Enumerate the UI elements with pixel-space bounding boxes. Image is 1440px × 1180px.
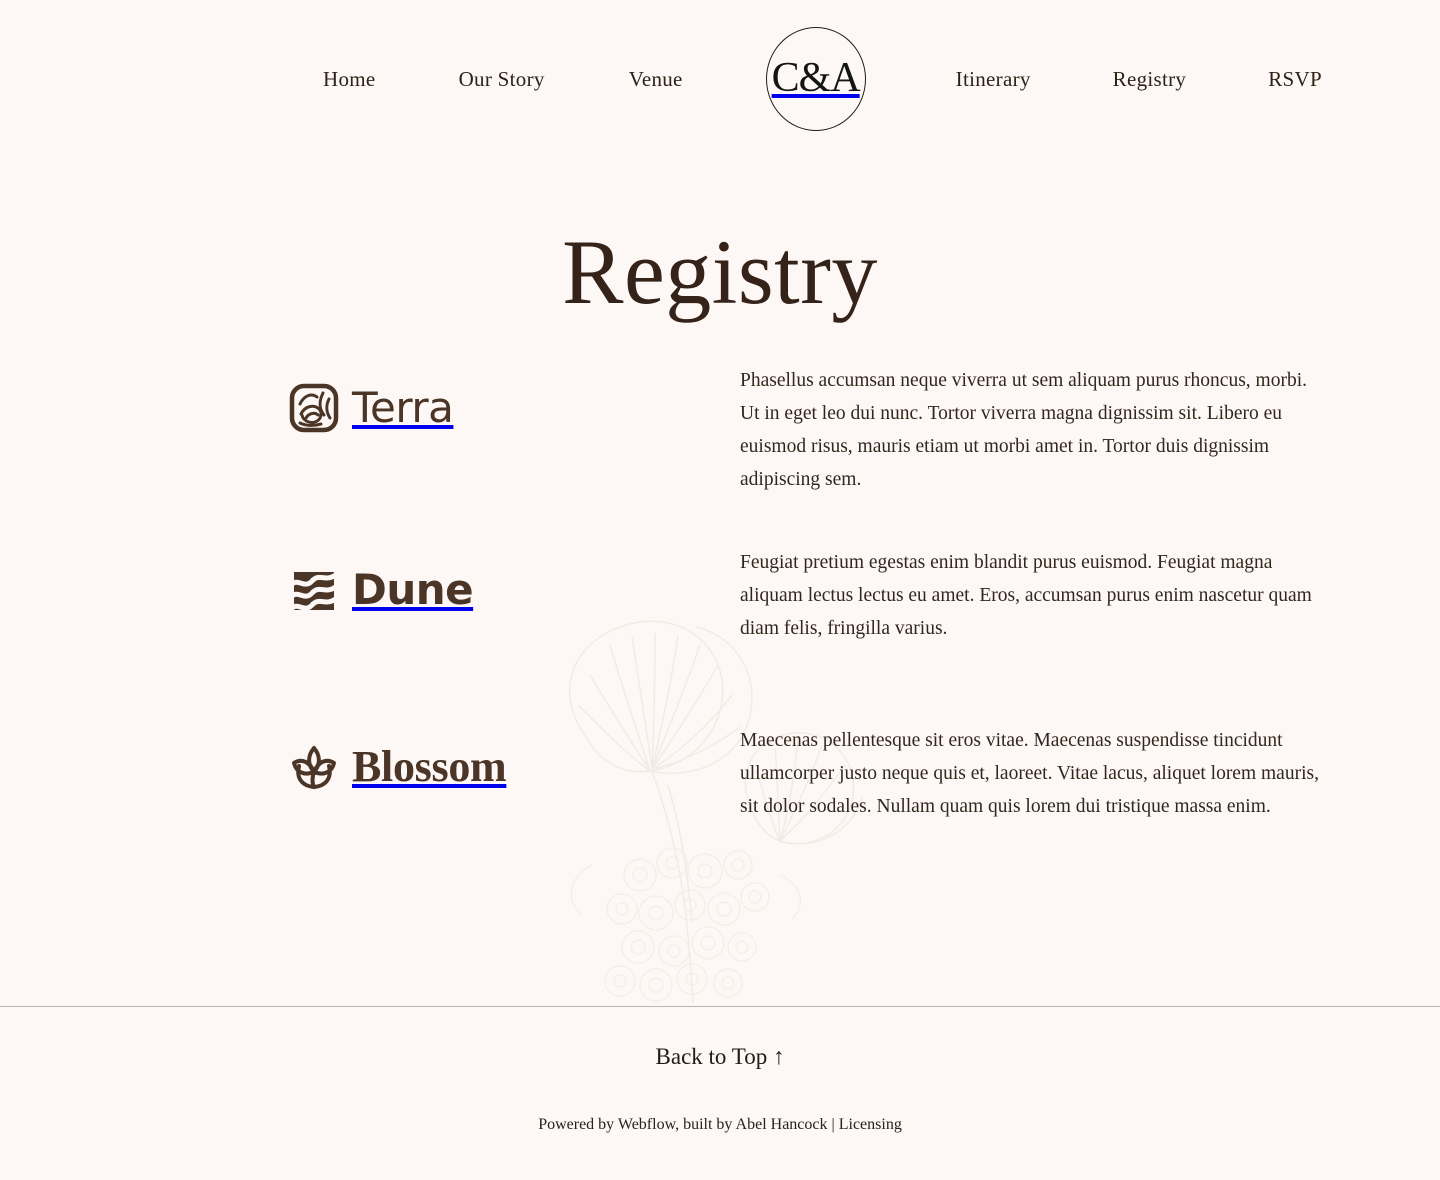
dune-wave-square-icon bbox=[294, 572, 334, 610]
nav-link-rsvp[interactable]: RSVP bbox=[1264, 61, 1326, 98]
nav-link-venue[interactable]: Venue bbox=[625, 61, 687, 98]
nav-link-home[interactable]: Home bbox=[319, 61, 380, 98]
nav-link-itinerary[interactable]: Itinerary bbox=[952, 61, 1035, 98]
nav-link-our-story[interactable]: Our Story bbox=[455, 61, 549, 98]
registry-description: Feugiat pretium egestas enim blandit pur… bbox=[740, 552, 1312, 639]
nav-links-left: Home Our Story Venue bbox=[319, 61, 687, 98]
registry-description: Maecenas pellentesque sit eros vitae. Ma… bbox=[740, 730, 1319, 817]
page-title: Registry bbox=[562, 221, 878, 323]
registry-description-cell: Feugiat pretium egestas enim blandit pur… bbox=[740, 544, 1365, 645]
registry-link-blossom[interactable]: Blossom bbox=[288, 742, 507, 792]
registry-brand-cell: Blossom bbox=[0, 724, 740, 792]
registry-list: Terra Phasellus accumsan neque viverra u… bbox=[0, 364, 1440, 904]
registry-description-cell: Maecenas pellentesque sit eros vitae. Ma… bbox=[740, 724, 1365, 823]
terra-leaf-square-icon bbox=[289, 383, 339, 433]
registry-row: Dune Feugiat pretium egestas enim blandi… bbox=[0, 544, 1440, 724]
nav-link-registry[interactable]: Registry bbox=[1109, 61, 1191, 98]
site-footer: Back to Top ↑ Powered by Webflow, built … bbox=[0, 1006, 1440, 1180]
registry-description: Phasellus accumsan neque viverra ut sem … bbox=[740, 370, 1307, 490]
registry-link-terra[interactable]: Terra bbox=[288, 382, 454, 434]
registry-brand-cell: Terra bbox=[0, 364, 740, 434]
registry-row: Blossom Maecenas pellentesque sit eros v… bbox=[0, 724, 1440, 904]
monogram-circle-icon: C&A bbox=[765, 27, 866, 131]
footer-colophon: Powered by Webflow, built by Abel Hancoc… bbox=[0, 1070, 1440, 1180]
colophon-text: Powered by Webflow, built by Abel Hancoc… bbox=[538, 1116, 839, 1133]
site-logo[interactable]: C&A bbox=[764, 27, 868, 131]
registry-brand-name: Dune bbox=[352, 565, 474, 614]
registry-link-dune[interactable]: Dune bbox=[288, 564, 474, 616]
registry-brand-name: Blossom bbox=[352, 742, 507, 791]
logo-monogram-text: C&A bbox=[771, 55, 861, 101]
registry-row: Terra Phasellus accumsan neque viverra u… bbox=[0, 364, 1440, 544]
registry-description-cell: Phasellus accumsan neque viverra ut sem … bbox=[740, 364, 1365, 496]
back-to-top-link[interactable]: Back to Top ↑ bbox=[0, 1007, 1440, 1070]
blossom-lotus-icon bbox=[292, 746, 336, 789]
licensing-link[interactable]: Licensing bbox=[839, 1116, 902, 1133]
main-navigation: Home Our Story Venue C&A Itinerary Regis… bbox=[0, 0, 1440, 158]
registry-brand-name: Terra bbox=[352, 383, 454, 432]
nav-links-right: Itinerary Registry RSVP bbox=[952, 61, 1326, 98]
registry-brand-cell: Dune bbox=[0, 544, 740, 616]
